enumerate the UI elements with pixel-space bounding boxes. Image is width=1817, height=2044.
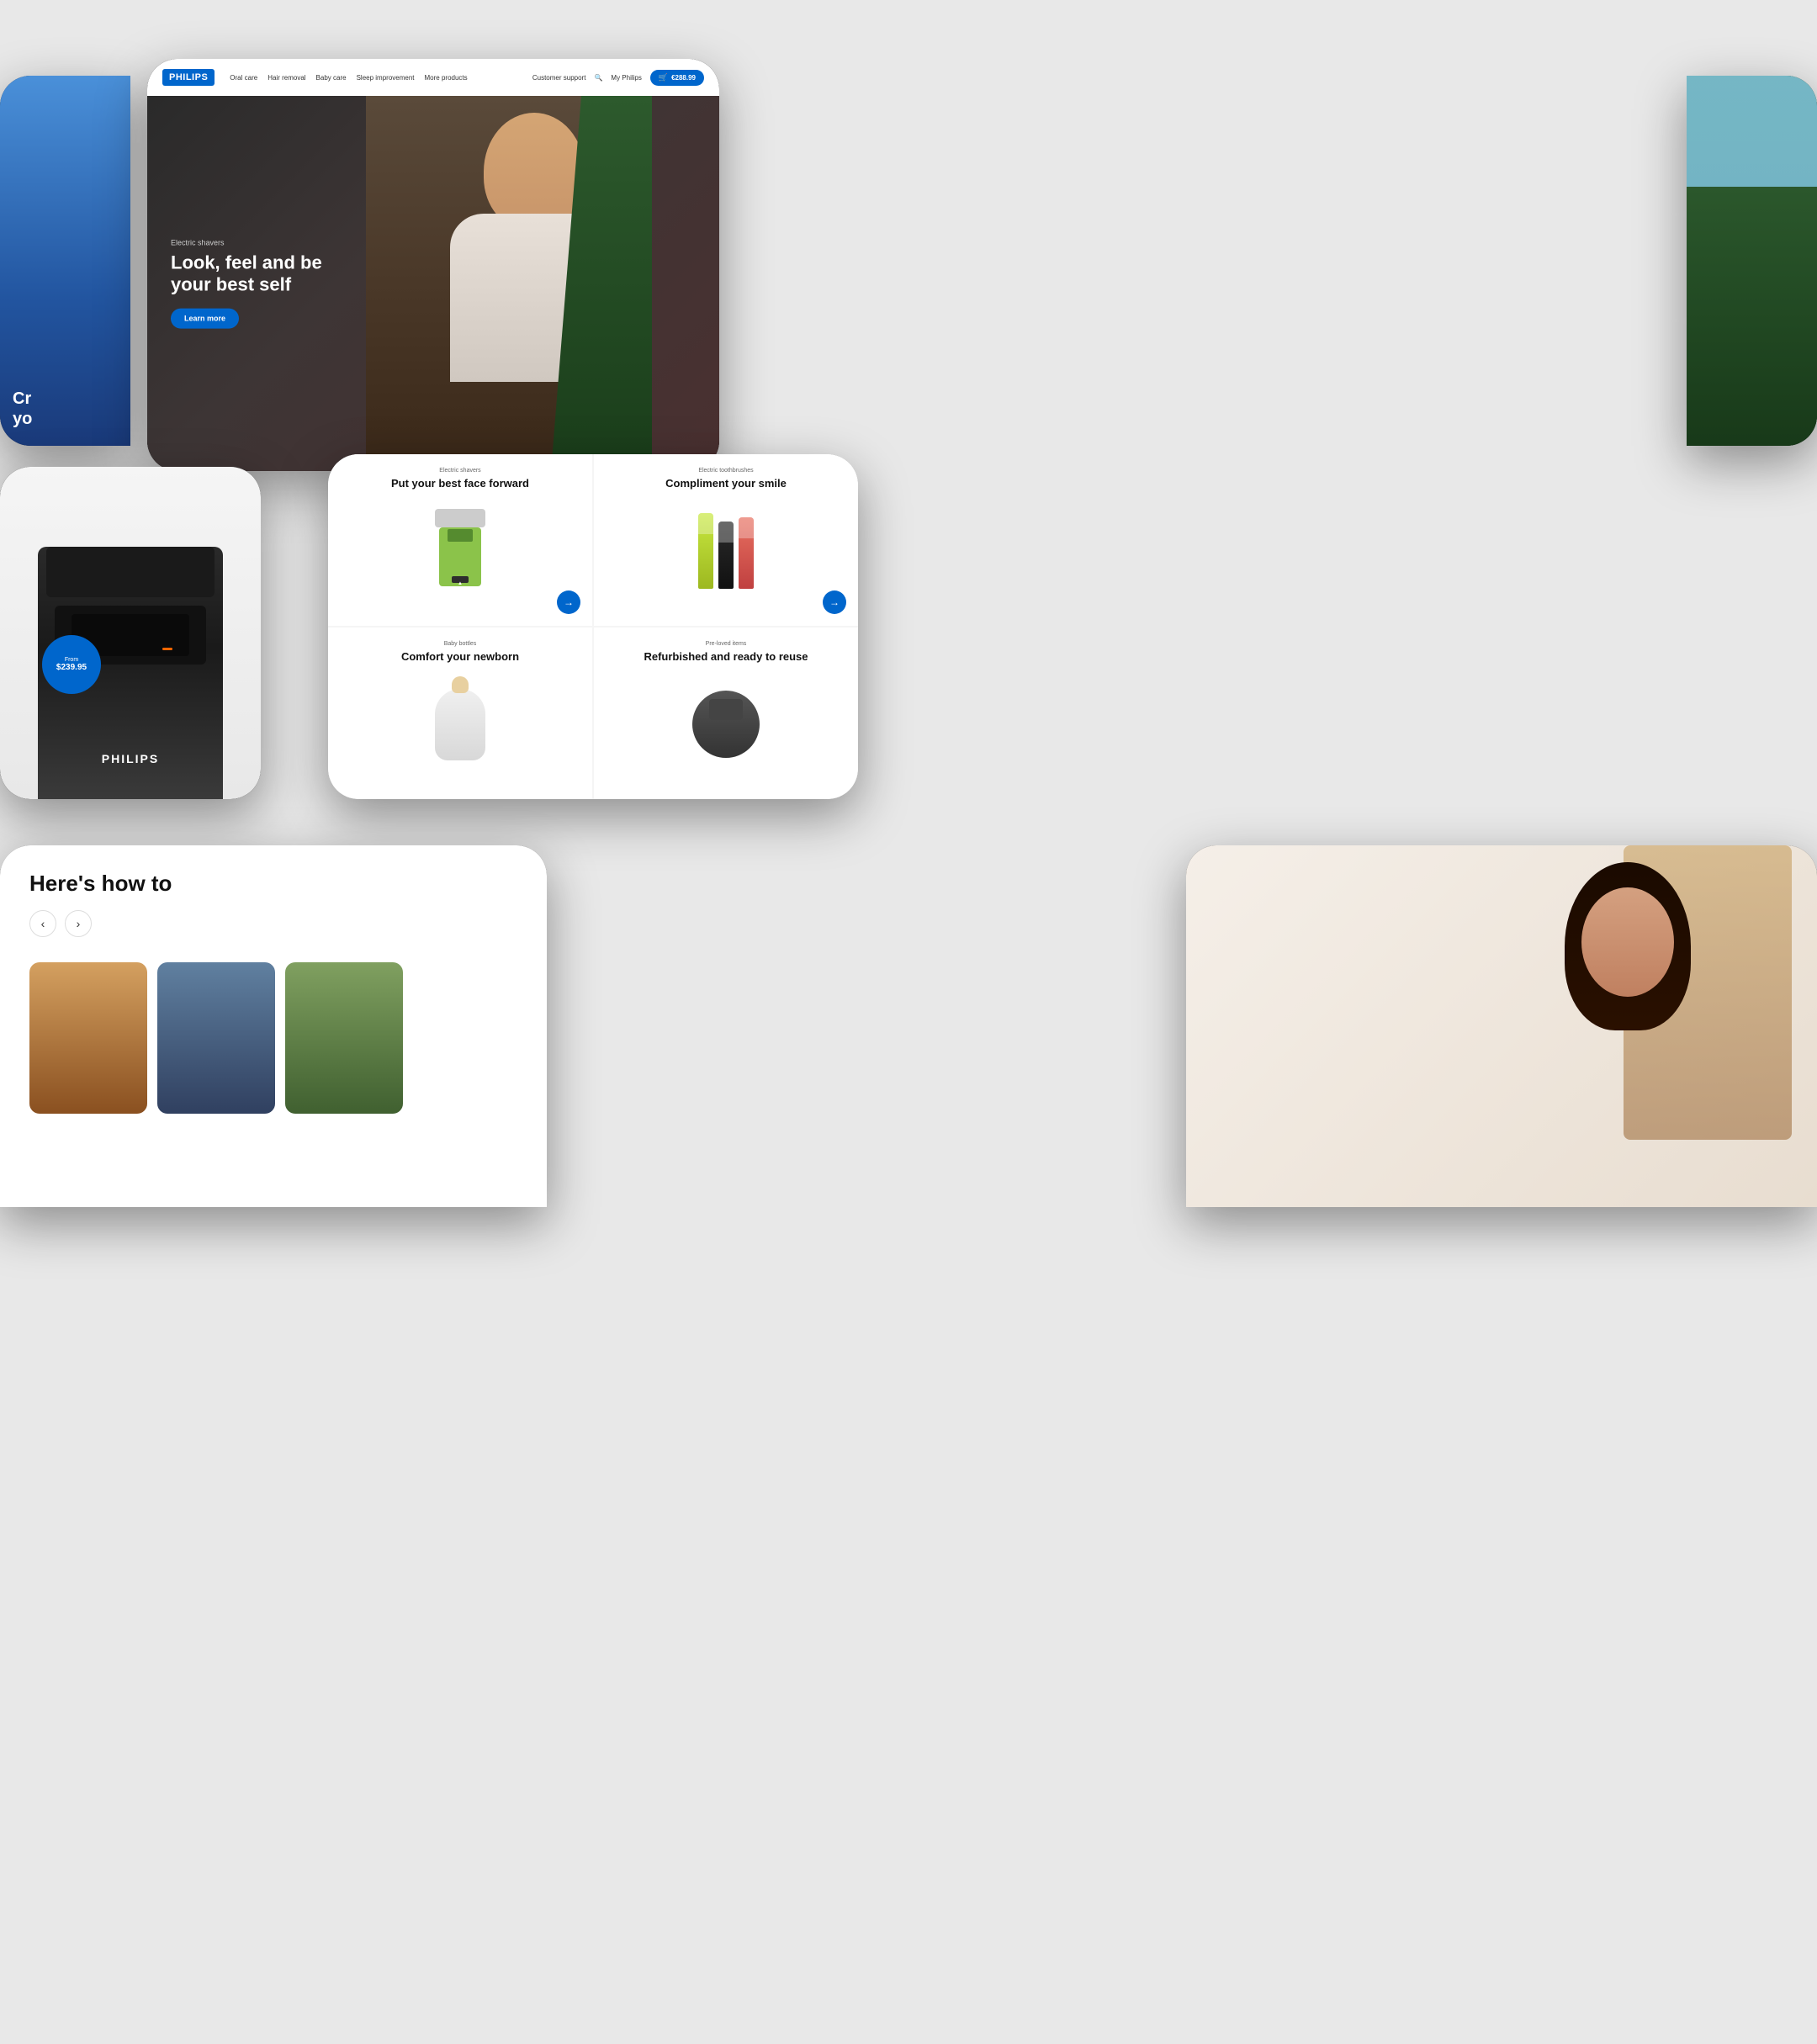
learn-more-button[interactable]: Learn more bbox=[171, 308, 239, 328]
right-phone-device bbox=[1687, 76, 1817, 446]
search-icon[interactable]: 🔍 bbox=[594, 74, 602, 82]
baby-bottle-card-title: Comfort your newborn bbox=[401, 650, 519, 664]
howto-next-button[interactable]: › bbox=[65, 910, 92, 937]
howto-content: Here's how to ‹ › bbox=[0, 845, 547, 954]
toothbrush-head-dark bbox=[718, 522, 734, 543]
cart-amount: €288.99 bbox=[671, 74, 696, 82]
nav-oral-care[interactable]: Oral care bbox=[230, 74, 257, 82]
toothbrush-group bbox=[698, 513, 754, 589]
shaver-card-image: ▲ bbox=[431, 497, 490, 606]
navbar: PHILIPS Oral care Hair removal Baby care… bbox=[147, 59, 719, 96]
forest-background bbox=[1687, 76, 1817, 446]
baby-bottle-card[interactable]: Baby bottles Comfort your newborn bbox=[328, 627, 592, 799]
toothbrush-card-top: Electric toothbrushes Compliment your sm… bbox=[665, 468, 787, 490]
right-phone-screen bbox=[1687, 76, 1817, 446]
woman-figure bbox=[1186, 845, 1817, 1207]
bottle-nipple bbox=[452, 676, 469, 693]
cart-button[interactable]: 🛒 €288.99 bbox=[650, 70, 704, 86]
howto-prev-button[interactable]: ‹ bbox=[29, 910, 56, 937]
person-head bbox=[484, 113, 585, 230]
woman-tablet bbox=[1186, 845, 1817, 1207]
howto-screen: Here's how to ‹ › bbox=[0, 845, 547, 1207]
price-badge: From $239.95 bbox=[42, 635, 101, 694]
nav-more-products[interactable]: More products bbox=[425, 74, 468, 82]
coffee-philips-label: PHILIPS bbox=[102, 752, 159, 765]
baby-bottle-img bbox=[435, 689, 485, 760]
howto-title: Here's how to bbox=[29, 871, 517, 897]
howto-thumb-3[interactable] bbox=[285, 962, 403, 1114]
woman-face bbox=[1581, 887, 1674, 997]
nav-baby-care[interactable]: Baby care bbox=[316, 74, 347, 82]
shaver-arrow-button[interactable]: → bbox=[557, 590, 580, 614]
hero-background-figure bbox=[366, 96, 652, 471]
toothbrush-card[interactable]: Electric toothbrushes Compliment your sm… bbox=[594, 454, 858, 626]
coffee-machine-tablet: PHILIPS From $239.95 bbox=[0, 467, 261, 799]
howto-thumb-1[interactable] bbox=[29, 962, 147, 1114]
baby-bottle-card-top: Baby bottles Comfort your newborn bbox=[401, 641, 519, 664]
refurb-card-title: Refurbished and ready to reuse bbox=[644, 650, 808, 664]
svg-text:▲: ▲ bbox=[458, 581, 463, 586]
left-phone-device: Cr yo bbox=[0, 76, 130, 446]
price-value: $239.95 bbox=[56, 663, 87, 672]
hero-section: Electric shavers Look, feel and be your … bbox=[147, 96, 719, 471]
hero-content: Electric shavers Look, feel and be your … bbox=[171, 239, 339, 329]
baby-bottle-card-image bbox=[435, 670, 485, 779]
left-phone-promo: Cr yo bbox=[13, 389, 118, 429]
nav-links: Oral care Hair removal Baby care Sleep i… bbox=[230, 74, 524, 82]
coffee-machine-top bbox=[46, 547, 215, 597]
price-from-label: From bbox=[65, 657, 78, 663]
toothbrush-head-yellow bbox=[698, 513, 713, 534]
toothbrush-arrow-button[interactable]: → bbox=[823, 590, 846, 614]
toothbrush-dark bbox=[718, 522, 734, 589]
coffee-status-indicator bbox=[162, 648, 172, 650]
philips-logo: PHILIPS bbox=[162, 69, 215, 86]
center-tablet-device: PHILIPS Oral care Hair removal Baby care… bbox=[147, 59, 719, 471]
refurb-product-img bbox=[692, 691, 760, 758]
toothbrush-card-image bbox=[698, 497, 754, 606]
nav-hair-removal[interactable]: Hair removal bbox=[268, 74, 305, 82]
howto-thumb-2[interactable] bbox=[157, 962, 275, 1114]
nav-sleep-improvement[interactable]: Sleep improvement bbox=[357, 74, 415, 82]
toothbrush-head-pink bbox=[739, 517, 754, 538]
shaver-card-eyebrow: Electric shavers bbox=[391, 468, 529, 474]
customer-support-link[interactable]: Customer support bbox=[532, 74, 586, 82]
shaver-svg: ▲ bbox=[431, 509, 490, 593]
shaver-card[interactable]: Electric shavers Put your best face forw… bbox=[328, 454, 592, 626]
howto-thumbnails bbox=[0, 954, 547, 1207]
hero-eyebrow: Electric shavers bbox=[171, 239, 339, 247]
refurb-card-eyebrow: Pre-loved items bbox=[644, 641, 808, 647]
product-grid-tablet: Electric shavers Put your best face forw… bbox=[328, 454, 858, 799]
my-philips-link[interactable]: My Philips bbox=[611, 74, 641, 82]
nav-right: Customer support 🔍 My Philips 🛒 €288.99 bbox=[532, 70, 704, 86]
refurb-card[interactable]: Pre-loved items Refurbished and ready to… bbox=[594, 627, 858, 799]
woman-screen bbox=[1186, 845, 1817, 1207]
cart-icon: 🛒 bbox=[659, 73, 668, 82]
howto-tablet: Here's how to ‹ › bbox=[0, 845, 547, 1207]
baby-bottle-card-eyebrow: Baby bottles bbox=[401, 641, 519, 647]
shaver-card-title: Put your best face forward bbox=[391, 477, 529, 490]
toothbrush-card-title: Compliment your smile bbox=[665, 477, 787, 490]
howto-navigation: ‹ › bbox=[29, 910, 517, 937]
refurb-card-image bbox=[692, 670, 760, 779]
refurb-product-top bbox=[709, 699, 743, 720]
product-grid-screen: Electric shavers Put your best face forw… bbox=[328, 454, 858, 799]
hero-title: Look, feel and be your best self bbox=[171, 252, 339, 297]
coffee-screen: PHILIPS From $239.95 bbox=[0, 467, 261, 799]
toothbrush-card-eyebrow: Electric toothbrushes bbox=[665, 468, 787, 474]
refurb-card-top: Pre-loved items Refurbished and ready to… bbox=[644, 641, 808, 664]
tablet-screen: PHILIPS Oral care Hair removal Baby care… bbox=[147, 59, 719, 471]
left-phone-screen: Cr yo bbox=[0, 76, 130, 446]
shaver-card-top: Electric shavers Put your best face forw… bbox=[391, 468, 529, 490]
toothbrush-yellow bbox=[698, 513, 713, 589]
toothbrush-pink bbox=[739, 517, 754, 589]
